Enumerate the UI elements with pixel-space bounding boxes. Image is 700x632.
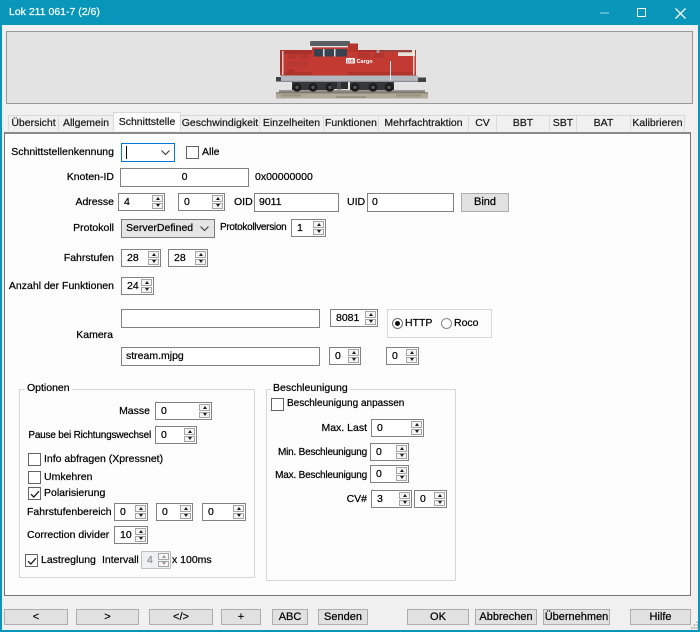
svg-text:DB: DB — [347, 59, 354, 64]
svg-text:Cargo: Cargo — [357, 59, 374, 65]
